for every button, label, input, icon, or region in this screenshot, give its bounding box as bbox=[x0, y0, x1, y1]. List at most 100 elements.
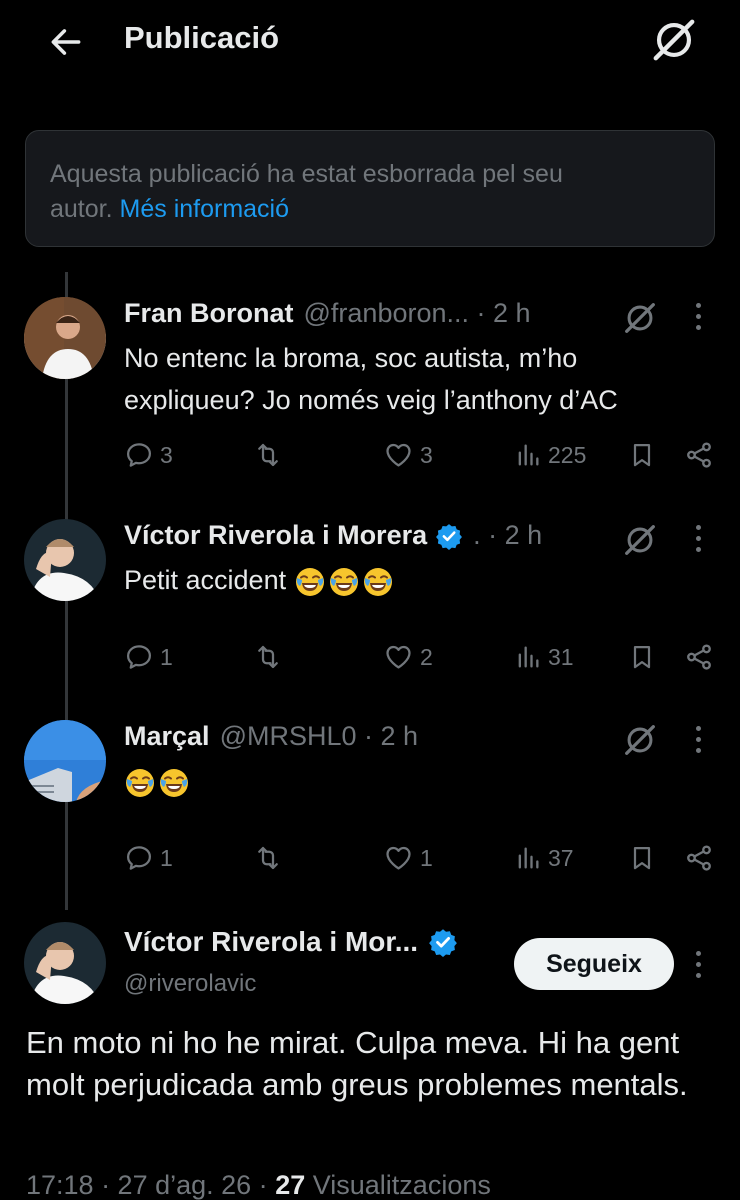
grok-icon[interactable] bbox=[621, 299, 659, 337]
avatar-image bbox=[24, 922, 106, 1004]
bookmark-icon bbox=[628, 440, 656, 470]
reply-header: Marçal @MRSHL0 · 2 h bbox=[124, 721, 418, 752]
author-handle[interactable]: @MRSHL0 bbox=[220, 721, 357, 752]
deleted-post-notice: Aquesta publicació ha estat esborrada pe… bbox=[25, 130, 715, 247]
author-handle[interactable]: @franboron... bbox=[304, 298, 470, 329]
bookmark-button[interactable] bbox=[628, 440, 656, 470]
post-text: En moto ni ho he mirat. Culpa meva. Hi h… bbox=[26, 1025, 688, 1102]
more-options-button[interactable] bbox=[686, 946, 710, 982]
avatar[interactable] bbox=[24, 297, 106, 379]
author-name[interactable]: Marçal bbox=[124, 721, 210, 752]
avatar-image bbox=[24, 519, 106, 601]
reply-icon bbox=[124, 642, 154, 672]
reply-text: No entenc la broma, soc autista, m’ho ex… bbox=[124, 337, 618, 421]
reply-button[interactable]: 1 bbox=[124, 843, 173, 873]
post-meta: 17:18 · 27 d’ag. 26 · 27 Visualitzacions bbox=[26, 1170, 491, 1200]
post-time: · 2 h bbox=[364, 721, 419, 751]
like-button[interactable]: 2 bbox=[383, 642, 433, 672]
reply-text-content: Petit accident bbox=[124, 565, 287, 595]
reply-icon bbox=[124, 843, 154, 873]
views-label: Visualitzacions bbox=[312, 1170, 491, 1200]
reply-icon bbox=[124, 440, 154, 470]
views-icon bbox=[514, 642, 542, 672]
top-bar: Publicació bbox=[0, 0, 740, 82]
views-button[interactable]: 37 bbox=[514, 843, 574, 873]
face-with-tears-of-joy-icon bbox=[362, 566, 394, 598]
reply-count: 1 bbox=[160, 844, 173, 871]
post-timestamp: 17:18 · 27 d’ag. 26 · bbox=[26, 1170, 268, 1200]
share-icon bbox=[684, 843, 714, 873]
reply-text-line: expliqueu? Jo només veig l’anthony d’AC bbox=[124, 385, 618, 415]
views-count: 225 bbox=[548, 441, 587, 468]
like-button[interactable]: 3 bbox=[383, 440, 433, 470]
share-button[interactable] bbox=[684, 642, 714, 672]
like-count: 2 bbox=[420, 643, 433, 670]
avatar[interactable] bbox=[24, 922, 106, 1004]
reply-button[interactable]: 1 bbox=[124, 642, 173, 672]
heart-icon bbox=[383, 642, 414, 672]
reply-text bbox=[124, 760, 192, 802]
bookmark-icon bbox=[628, 642, 656, 672]
back-button[interactable] bbox=[44, 20, 88, 64]
reply-text-line: No entenc la broma, soc autista, m’ho bbox=[124, 343, 578, 373]
deleted-notice-text: Aquesta publicació ha estat esborrada pe… bbox=[50, 160, 563, 188]
face-with-tears-of-joy-icon bbox=[294, 566, 326, 598]
more-info-link[interactable]: Més informació bbox=[120, 195, 290, 223]
bookmark-button[interactable] bbox=[628, 642, 656, 672]
bookmark-button[interactable] bbox=[628, 843, 656, 873]
repost-icon bbox=[252, 440, 284, 470]
avatar-image bbox=[24, 720, 106, 802]
face-with-tears-of-joy-icon bbox=[124, 767, 156, 799]
reply-button[interactable]: 3 bbox=[124, 440, 173, 470]
deleted-notice-text-2: autor. bbox=[50, 195, 113, 223]
repost-button[interactable] bbox=[252, 843, 284, 873]
reply-header: Víctor Riverola i Morera . · 2 h bbox=[124, 520, 542, 551]
more-options-button[interactable] bbox=[686, 721, 710, 757]
author-name[interactable]: Fran Boronat bbox=[124, 298, 294, 329]
arrow-left-icon bbox=[51, 29, 81, 55]
face-with-tears-of-joy-icon bbox=[328, 566, 360, 598]
author-name[interactable]: Víctor Riverola i Mor... bbox=[124, 926, 418, 958]
views-count: 31 bbox=[548, 643, 574, 670]
heart-icon bbox=[383, 440, 414, 470]
repost-icon bbox=[252, 843, 284, 873]
views-icon bbox=[514, 843, 542, 873]
grok-icon[interactable] bbox=[621, 521, 659, 559]
avatar[interactable] bbox=[24, 720, 106, 802]
like-button[interactable]: 1 bbox=[383, 843, 433, 873]
reply-text: Petit accident bbox=[124, 559, 396, 601]
heart-icon bbox=[383, 843, 414, 873]
more-options-button[interactable] bbox=[686, 520, 710, 556]
views-count: 27 bbox=[275, 1170, 306, 1200]
repost-button[interactable] bbox=[252, 440, 284, 470]
author-name[interactable]: Víctor Riverola i Morera bbox=[124, 520, 427, 551]
share-button[interactable] bbox=[684, 843, 714, 873]
views-button[interactable]: 225 bbox=[514, 440, 586, 470]
avatar-image bbox=[24, 297, 106, 379]
grok-icon[interactable] bbox=[648, 14, 700, 66]
grok-icon[interactable] bbox=[621, 721, 659, 759]
page-title: Publicació bbox=[124, 20, 280, 55]
avatar[interactable] bbox=[24, 519, 106, 601]
more-options-button[interactable] bbox=[686, 298, 710, 334]
reply-count: 3 bbox=[160, 441, 173, 468]
reply-count: 1 bbox=[160, 643, 173, 670]
post-time: · 2 h bbox=[488, 520, 543, 550]
post-time: · 2 h bbox=[476, 298, 531, 328]
follow-button[interactable]: Segueix bbox=[514, 938, 674, 990]
author-handle[interactable]: . bbox=[473, 520, 481, 551]
verified-badge-icon bbox=[428, 927, 458, 957]
like-count: 3 bbox=[420, 441, 433, 468]
views-count: 37 bbox=[548, 844, 574, 871]
share-icon bbox=[684, 440, 714, 470]
share-icon bbox=[684, 642, 714, 672]
repost-button[interactable] bbox=[252, 642, 284, 672]
views-button[interactable]: 31 bbox=[514, 642, 574, 672]
bookmark-icon bbox=[628, 843, 656, 873]
verified-badge-icon bbox=[435, 522, 463, 550]
share-button[interactable] bbox=[684, 440, 714, 470]
views-icon bbox=[514, 440, 542, 470]
like-count: 1 bbox=[420, 844, 433, 871]
author-handle[interactable]: @riverolavic bbox=[124, 970, 256, 998]
repost-icon bbox=[252, 642, 284, 672]
